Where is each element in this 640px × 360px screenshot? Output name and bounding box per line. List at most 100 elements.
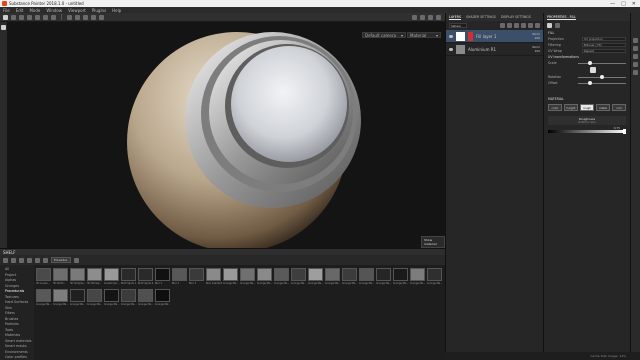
filtering-select[interactable]: Bilinear | HQ <box>582 42 626 48</box>
roughness-slider[interactable]: 0.75 <box>548 126 626 134</box>
material-icon[interactable] <box>555 23 560 28</box>
clone-icon[interactable] <box>43 14 48 20</box>
add-effect-icon[interactable] <box>521 23 526 28</box>
tab-layers[interactable]: LAYERS <box>449 15 461 20</box>
menu-mode[interactable]: Mode <box>29 8 40 13</box>
minimize-button[interactable]: — <box>610 1 615 7</box>
shelf-item[interactable]: Grunge Ma... <box>240 268 256 288</box>
texture-set-select[interactable]: Sphere <box>449 23 467 28</box>
shelf-item[interactable]: Grunge Ma... <box>257 268 273 288</box>
scale-slider[interactable] <box>578 61 626 65</box>
lock-icon[interactable] <box>590 67 596 73</box>
shelf-item[interactable]: Grunge Ma... <box>70 289 86 309</box>
3d-viewport[interactable]: Default camera ▾ Material ▾ Show material <box>7 22 445 248</box>
menu-window[interactable]: Window <box>46 8 62 13</box>
screenshot-icon[interactable] <box>412 14 417 20</box>
delete-icon[interactable] <box>535 23 540 28</box>
shelf-item[interactable]: Grunge Ma... <box>410 268 426 288</box>
shelf-item[interactable]: Grunge Ma... <box>291 268 307 288</box>
display-icon[interactable] <box>633 46 638 51</box>
shelf-item[interactable]: Grunge Ma... <box>138 289 154 309</box>
lazy-mouse-icon[interactable] <box>83 14 88 20</box>
shelf-item[interactable]: 3D Simplex... <box>70 268 86 288</box>
render-icon[interactable] <box>420 14 425 20</box>
camera-select[interactable]: Default camera ▾ <box>362 32 406 38</box>
tab-shader-settings[interactable]: SHADER SETTINGS <box>466 15 496 19</box>
shelf-item[interactable]: Grunge Ma... <box>53 289 69 309</box>
new-folder-icon[interactable] <box>19 257 24 263</box>
properties-icon[interactable] <box>547 23 552 28</box>
shelf-item[interactable]: Grunge Ma... <box>359 268 375 288</box>
add-fill-layer-icon[interactable] <box>500 23 505 28</box>
shelf-item[interactable]: Blur 1 <box>155 268 171 288</box>
search-icon[interactable] <box>43 257 48 263</box>
slider-knob[interactable] <box>588 81 592 85</box>
projection-select[interactable]: UV projection <box>582 36 626 42</box>
smudge-icon[interactable] <box>35 14 40 20</box>
layer-row[interactable]: Fill layer 1 Norm 100 <box>446 30 543 43</box>
filter-icon[interactable] <box>35 257 40 263</box>
view-mode-select[interactable]: Material ▾ <box>407 32 441 38</box>
shelf-item[interactable]: Grunge Ma... <box>87 289 103 309</box>
menu-file[interactable]: File <box>3 8 10 13</box>
grid-icon[interactable] <box>1 25 6 30</box>
shelf-item[interactable]: Grunge Ma... <box>36 289 52 309</box>
camera-icon[interactable] <box>75 14 80 20</box>
shelf-item[interactable]: 3D Perlin... <box>53 268 69 288</box>
shelf-category-item[interactable]: Color profiles <box>5 355 34 360</box>
color-channel-button[interactable]: color <box>548 104 562 111</box>
shelf-item[interactable]: Grunge Ma... <box>376 268 392 288</box>
uv-wrap-select[interactable]: Repeat <box>582 48 626 54</box>
shelf-item[interactable]: Grunge Ma... <box>223 268 239 288</box>
eraser-icon[interactable] <box>11 14 16 20</box>
geometry-mask-icon[interactable] <box>27 14 32 20</box>
slider-knob[interactable] <box>623 128 626 134</box>
menu-viewport[interactable]: Viewport <box>68 8 86 13</box>
paint-brush-icon[interactable] <box>3 14 8 20</box>
shelf-item[interactable]: Grunge Ma... <box>393 268 409 288</box>
import-icon[interactable] <box>11 257 16 263</box>
clear-search-icon[interactable] <box>73 257 79 263</box>
shelf-item[interactable]: Grunge Ma... <box>104 289 120 309</box>
history-icon[interactable] <box>633 54 638 59</box>
camera-view-icon[interactable] <box>428 14 433 20</box>
folder-icon[interactable] <box>3 257 8 263</box>
rough-channel-button[interactable]: rough <box>580 104 594 111</box>
offset-slider[interactable] <box>578 81 626 85</box>
close-button[interactable]: ✕ <box>632 1 636 7</box>
tab-display-settings[interactable]: DISPLAY SETTINGS <box>501 15 531 19</box>
log-icon[interactable] <box>633 62 638 67</box>
shelf-item[interactable]: Grunge Ma... <box>121 289 137 309</box>
height-channel-button[interactable]: height <box>564 104 578 111</box>
shelf-item[interactable]: 3D Linear... <box>36 268 52 288</box>
shelf-item[interactable]: Blur 3 <box>189 268 205 288</box>
color-picker-icon[interactable] <box>51 14 56 20</box>
visibility-eye-icon[interactable] <box>449 34 453 38</box>
shelf-item[interactable]: Bnw Gradient <box>206 268 222 288</box>
shelf-item[interactable]: Grunge Ma... <box>308 268 324 288</box>
folder-icon[interactable] <box>528 23 533 28</box>
refresh-icon[interactable] <box>27 257 32 263</box>
menu-edit[interactable]: Edit <box>16 8 24 13</box>
menu-plugins[interactable]: Plugins <box>92 8 106 13</box>
shelf-item[interactable]: 3D Worley... <box>87 268 103 288</box>
maximize-button[interactable]: □ <box>621 1 626 7</box>
shelf-item[interactable]: Grunge Ma... <box>427 268 443 288</box>
shelf-item[interactable]: BnW Spots 1 <box>121 268 137 288</box>
metal-channel-button[interactable]: metal <box>596 104 610 111</box>
search-tag[interactable]: Procedur. <box>51 257 71 263</box>
export-icon[interactable] <box>633 70 638 75</box>
layer-row[interactable]: Aluminium R1 Norm 100 <box>446 43 543 56</box>
slider-knob[interactable] <box>600 75 604 79</box>
add-mask-icon[interactable] <box>514 23 519 28</box>
texture-set-icon[interactable] <box>633 38 638 43</box>
menu-help[interactable]: Help <box>112 8 121 13</box>
rotation-slider[interactable] <box>578 75 626 79</box>
shelf-item[interactable]: Grunge Ma... <box>155 289 171 309</box>
shelf-item[interactable]: Blur 2 <box>172 268 188 288</box>
shelf-item[interactable]: Grunge Ma... <box>274 268 290 288</box>
shelf-item[interactable]: Grunge Ma... <box>325 268 341 288</box>
projection-icon[interactable] <box>19 14 24 20</box>
settings-icon[interactable] <box>99 14 104 20</box>
shelf-item[interactable]: BnW Spots 2 <box>138 268 154 288</box>
